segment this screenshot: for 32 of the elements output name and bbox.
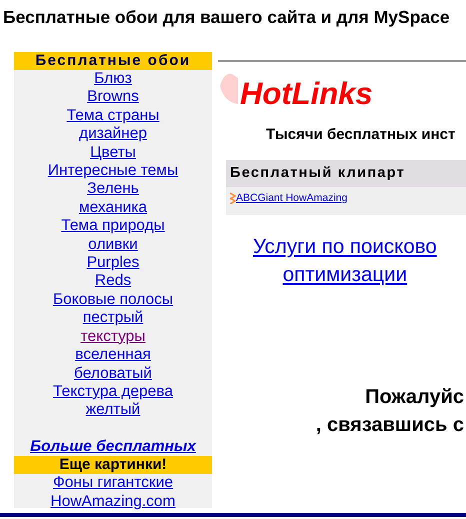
sidebar-link[interactable]: HowAmazing.com bbox=[50, 492, 176, 511]
sidebar-link[interactable]: дизайнер bbox=[79, 125, 147, 144]
sidebar-heading: Еще картинки! bbox=[14, 456, 212, 474]
sidebar-link[interactable]: вселенная bbox=[75, 346, 151, 364]
sidebar-link[interactable]: Интересные темы bbox=[48, 162, 178, 180]
tagline: Тысячи бесплатных инст bbox=[266, 126, 456, 144]
sidebar-link[interactable]: Reds bbox=[94, 272, 132, 291]
sidebar-link[interactable]: Browns bbox=[87, 88, 139, 107]
hotlinks-logo: HotLinks bbox=[240, 76, 373, 112]
contact-text: Пожалуйс , связавшись с bbox=[314, 385, 464, 438]
sidebar-link[interactable]: Фоны гигантские bbox=[53, 474, 173, 493]
sidebar-link[interactable]: Тема природы bbox=[61, 217, 165, 236]
sidebar-link[interactable]: беловатый bbox=[74, 364, 152, 383]
sidebar-link[interactable]: Тема страны bbox=[66, 106, 160, 126]
seo-link[interactable]: Услуги по поисково оптимизации bbox=[253, 233, 437, 289]
sidebar-link[interactable]: Зелень bbox=[87, 180, 139, 199]
sidebar-link[interactable]: Текстура дерева bbox=[53, 382, 173, 402]
sidebar-link[interactable]: желтый bbox=[86, 401, 140, 420]
sidebar-heading: Бесплатные обои bbox=[14, 52, 212, 70]
sidebar-link[interactable]: пестрый bbox=[82, 309, 144, 328]
sidebar-link[interactable]: оливки bbox=[88, 236, 138, 254]
clipart-heading: Бесплатный клипарт bbox=[226, 160, 466, 187]
clipart-link[interactable]: ABCGiant HowAmazing bbox=[236, 192, 348, 204]
page-title: Бесплатные обои для вашего сайта и для MySpace bbox=[2, 6, 451, 28]
more-link[interactable]: Больше бесплатных bbox=[30, 438, 196, 456]
chevron-icon bbox=[230, 192, 236, 204]
sidebar-link[interactable]: Боковые полосы bbox=[52, 290, 174, 310]
sidebar-link[interactable]: Цветы bbox=[90, 144, 136, 162]
sidebar-link[interactable]: текстуры bbox=[80, 328, 146, 346]
sidebar-link[interactable]: механика bbox=[78, 198, 148, 218]
sidebar-link[interactable]: Purples bbox=[86, 254, 140, 272]
sidebar-link[interactable]: Блюз bbox=[94, 70, 132, 88]
